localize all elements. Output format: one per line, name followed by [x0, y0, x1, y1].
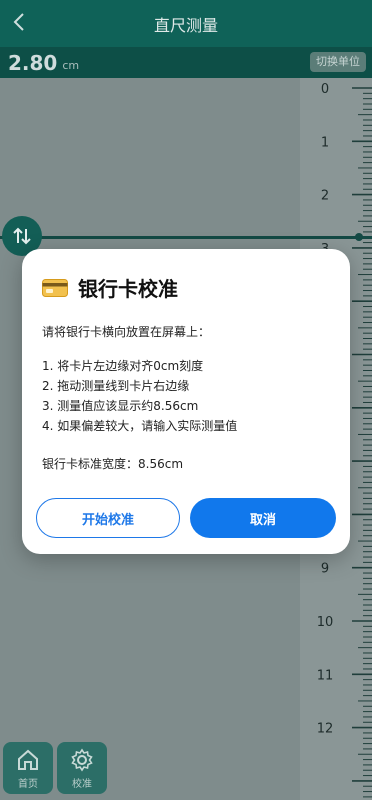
- start-calibration-button[interactable]: 开始校准: [36, 498, 180, 538]
- dialog-description: 请将银行卡横向放置在屏幕上：: [42, 325, 211, 339]
- step-item: 1. 将卡片左边缘对齐0cm刻度: [42, 359, 204, 373]
- credit-card-icon: [42, 278, 68, 297]
- cancel-button[interactable]: 取消: [190, 498, 336, 538]
- step-item: 2. 拖动测量线到卡片右边缘: [42, 379, 190, 393]
- calibration-steps: 1. 将卡片左边缘对齐0cm刻度 2. 拖动测量线到卡片右边缘 3. 测量值应该…: [42, 356, 237, 436]
- step-item: 4. 如果偏差较大，请输入实际测量值: [42, 419, 238, 433]
- card-standard-width: 银行卡标准宽度：8.56cm: [42, 457, 184, 471]
- step-item: 3. 测量值应该显示约8.56cm: [42, 399, 199, 413]
- dialog-header: 银行卡校准: [42, 273, 178, 302]
- calibration-dialog: 银行卡校准 请将银行卡横向放置在屏幕上： 1. 将卡片左边缘对齐0cm刻度 2.…: [22, 249, 350, 554]
- dialog-title: 银行卡校准: [78, 277, 178, 301]
